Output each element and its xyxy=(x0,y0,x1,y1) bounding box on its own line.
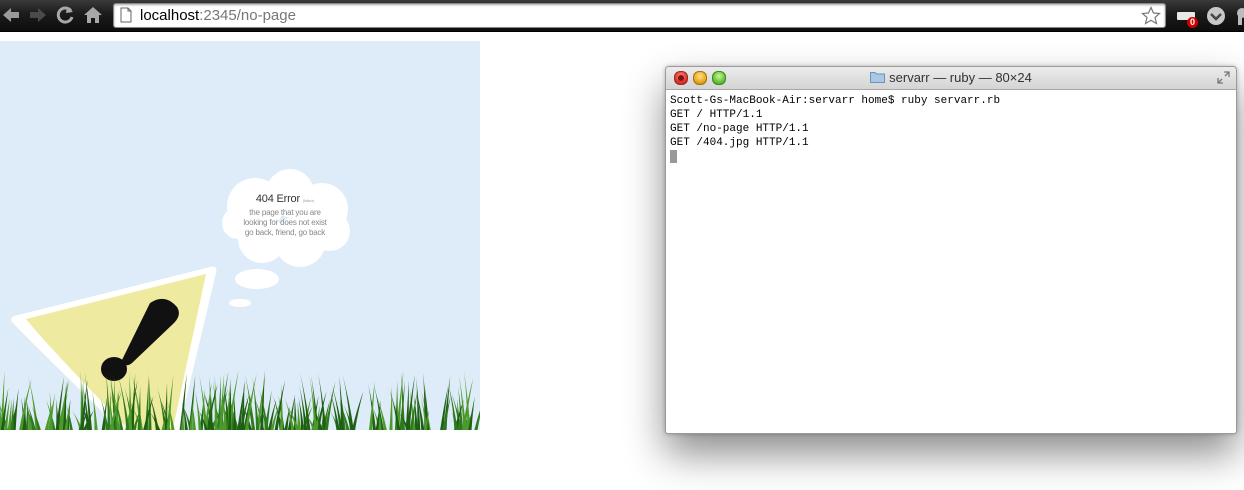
error-message-line: go back, friend, go back xyxy=(244,228,326,237)
url-path: :2345/no-page xyxy=(199,7,296,24)
error-illustration: 404 Error (fullscr) the page that you ar… xyxy=(0,41,480,430)
home-icon xyxy=(84,7,102,23)
error-title-small: (fullscr) xyxy=(302,198,315,203)
back-button[interactable] xyxy=(0,3,22,27)
error-message-line: looking for does not exist xyxy=(243,218,327,227)
thought-cloud xyxy=(222,169,350,307)
reload-button[interactable] xyxy=(54,3,76,27)
error-title: 404 Error (fullscr) xyxy=(222,192,348,208)
grass-blade xyxy=(468,396,475,430)
terminal-line: GET /no-page HTTP/1.1 xyxy=(670,123,809,135)
terminal-cursor xyxy=(670,150,677,163)
terminal-output[interactable]: Scott-Gs-MacBook-Air:servarr home$ ruby … xyxy=(666,90,1236,164)
bookmark-star-icon[interactable] xyxy=(1141,6,1161,25)
reload-icon xyxy=(56,6,74,24)
grass-blade xyxy=(194,389,202,430)
browser-toolbar: localhost:2345/no-page 0 xyxy=(0,0,1244,32)
page-icon xyxy=(120,7,132,23)
error-title-text: 404 Error xyxy=(255,193,300,205)
terminal-prompt-line xyxy=(670,150,1232,164)
home-button[interactable] xyxy=(82,3,104,27)
url-host: localhost xyxy=(140,7,200,24)
terminal-line: GET /404.jpg HTTP/1.1 xyxy=(670,137,809,149)
url-text[interactable]: localhost:2345/no-page xyxy=(140,7,296,25)
error-message: 404 Error (fullscr) the page that you ar… xyxy=(222,192,348,238)
back-icon xyxy=(3,8,19,22)
grass-blade xyxy=(389,386,393,430)
terminal-title-text: servarr — ruby — 80×24 xyxy=(889,70,1032,85)
fullscreen-icon[interactable] xyxy=(1217,71,1230,84)
extension-badge: 0 xyxy=(1187,17,1198,28)
wrench-icon[interactable] xyxy=(1234,6,1244,26)
terminal-title: servarr — ruby — 80×24 xyxy=(666,70,1236,86)
terminal-titlebar[interactable]: servarr — ruby — 80×24 xyxy=(666,67,1236,90)
forward-button[interactable] xyxy=(27,3,49,27)
forward-icon xyxy=(30,8,46,22)
address-bar[interactable]: localhost:2345/no-page xyxy=(113,3,1166,28)
terminal-window[interactable]: servarr — ruby — 80×24 Scott-Gs-MacBook-… xyxy=(665,66,1237,434)
terminal-line: GET / HTTP/1.1 xyxy=(670,109,763,121)
grass-blade xyxy=(474,410,480,430)
pocket-icon[interactable] xyxy=(1206,6,1226,26)
grass-blade xyxy=(351,391,364,430)
terminal-line: Scott-Gs-MacBook-Air:servarr home$ ruby … xyxy=(670,95,1001,107)
error-message-line: the page that you are xyxy=(249,208,321,217)
folder-icon xyxy=(870,72,886,83)
